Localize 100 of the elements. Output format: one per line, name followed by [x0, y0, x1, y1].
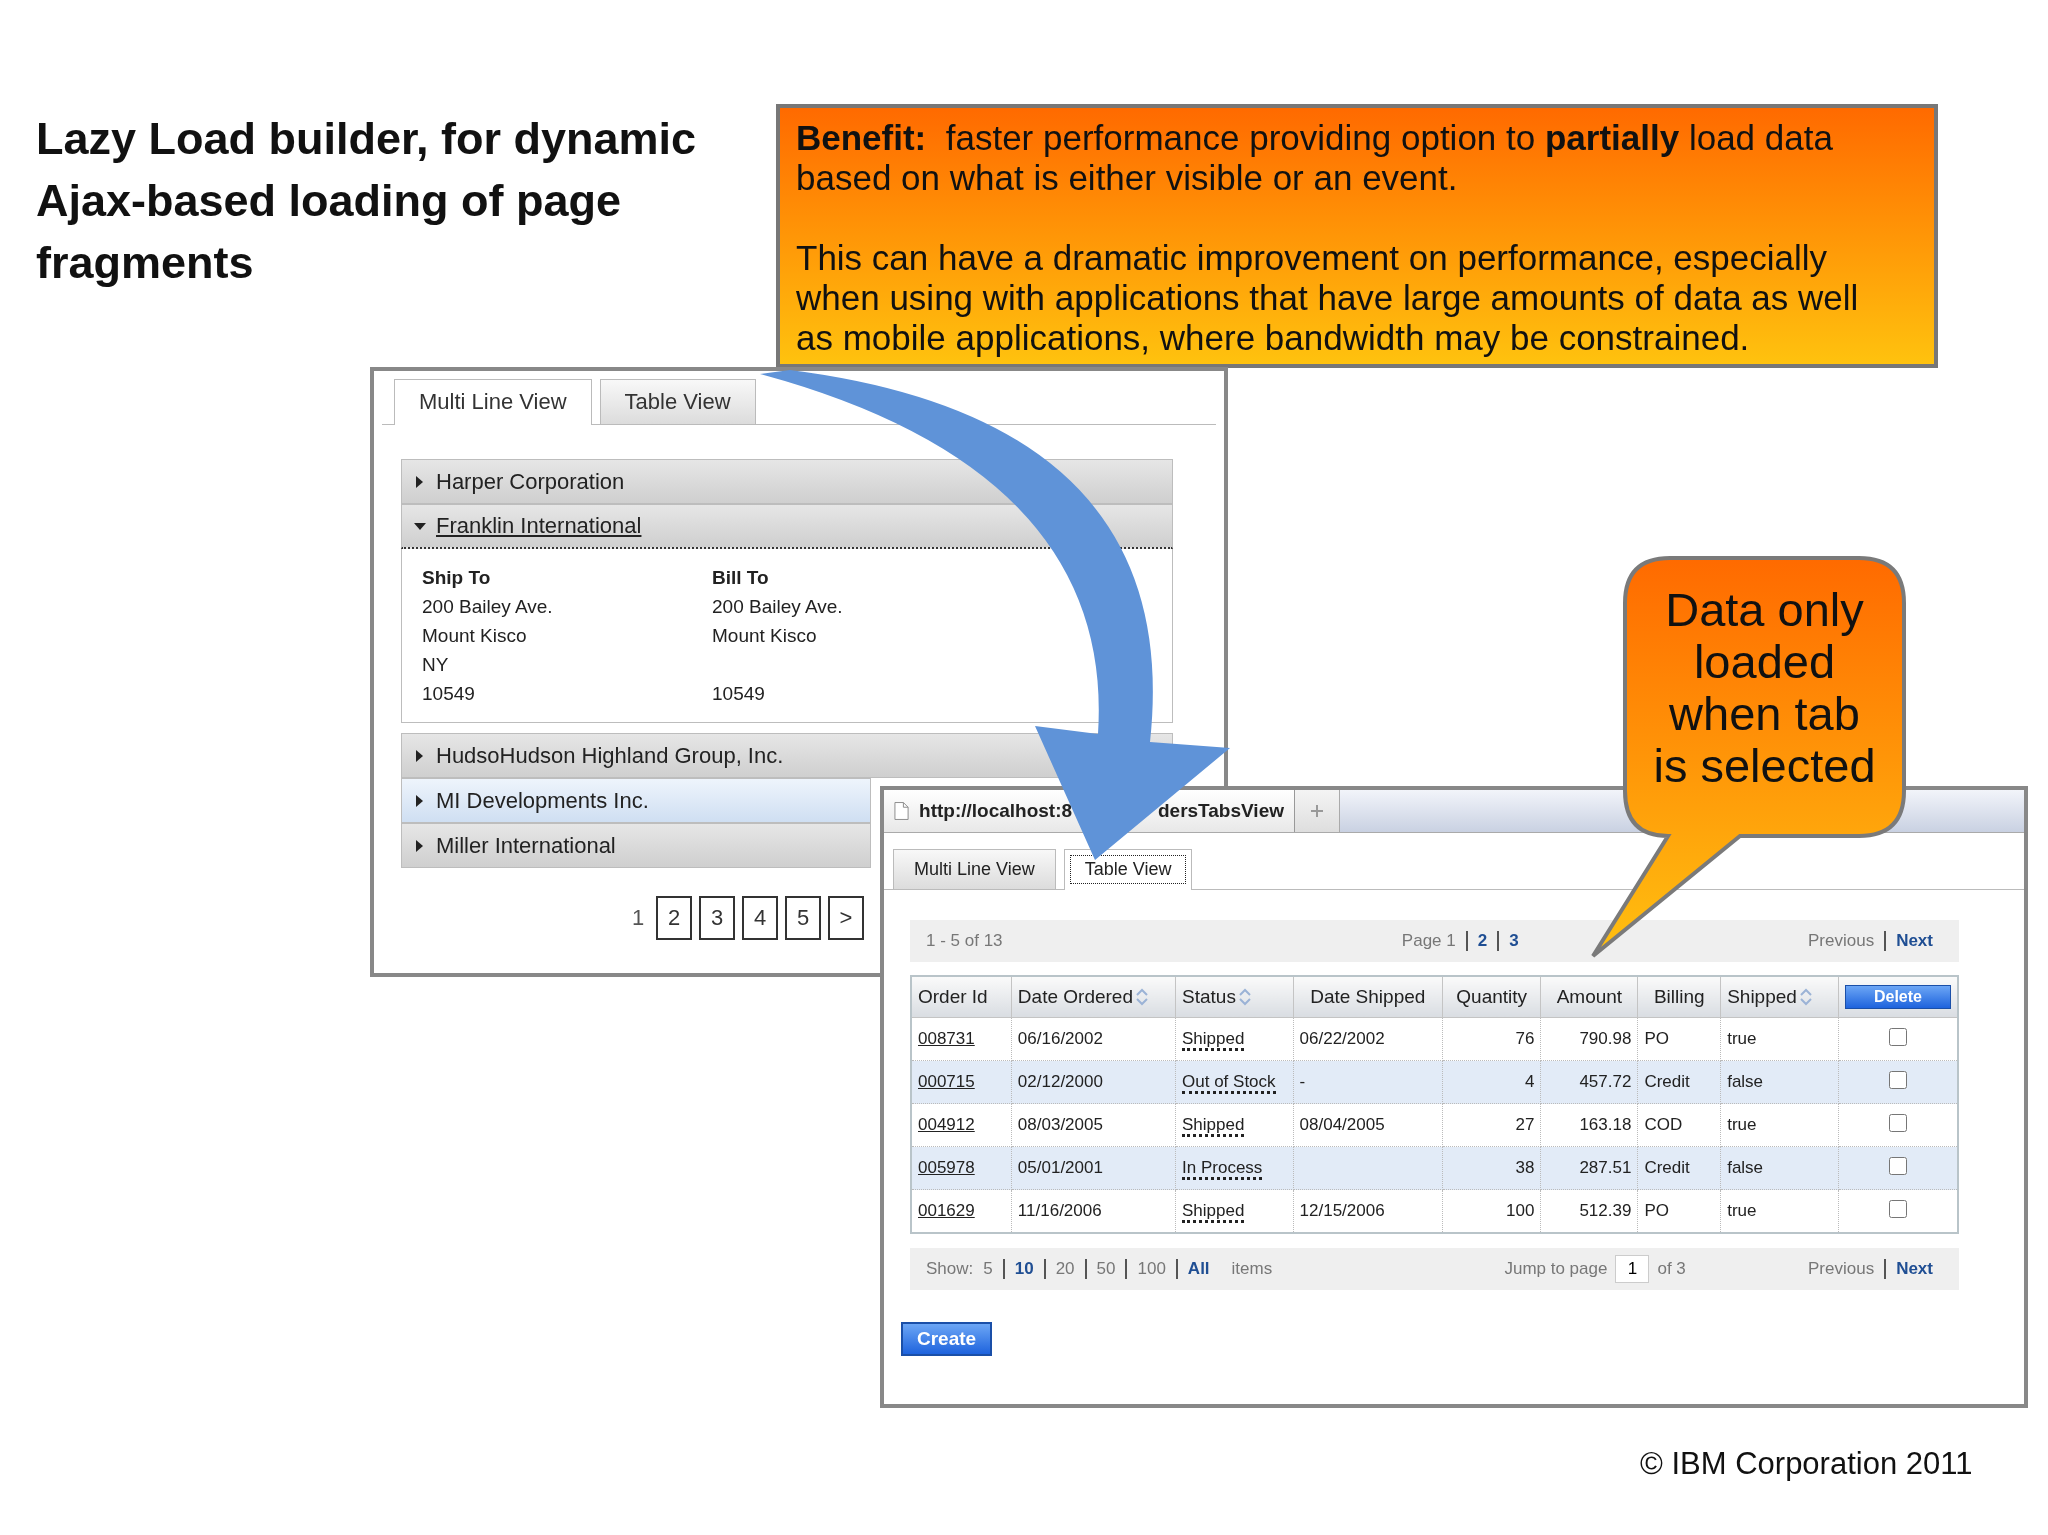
table-cell: COD — [1637, 1103, 1721, 1147]
table-cell: false — [1720, 1146, 1839, 1190]
table-cell: 287.51 — [1540, 1146, 1638, 1190]
page-link[interactable]: 3 — [1497, 931, 1529, 951]
delete-button[interactable]: Delete — [1844, 985, 1951, 1009]
page-size-link[interactable]: All — [1177, 1259, 1220, 1279]
table-cell[interactable]: 004912 — [911, 1103, 1012, 1147]
order-link[interactable]: 005978 — [918, 1158, 975, 1177]
row-checkbox[interactable] — [1889, 1027, 1907, 1046]
accordion-header[interactable]: Franklin International — [401, 504, 1173, 549]
url-text: dersTabsView — [1157, 800, 1284, 822]
table-cell: 05/01/2001 — [1011, 1146, 1176, 1190]
page-link[interactable]: 3 — [699, 896, 735, 940]
items-label: items — [1231, 1259, 1273, 1279]
page-link[interactable]: Page 1 — [1391, 931, 1466, 951]
status-text[interactable]: Shipped — [1182, 1115, 1245, 1137]
address-heading: Ship To — [422, 566, 492, 589]
show-label: Show: — [926, 1259, 974, 1279]
page-icon — [894, 801, 910, 821]
company-name[interactable]: Harper Corporation — [436, 468, 625, 495]
table-cell: Credit — [1637, 1146, 1721, 1190]
create-button[interactable]: Create — [901, 1322, 993, 1356]
page-size-link[interactable]: 5 — [973, 1259, 1005, 1279]
table-cell: 76 — [1442, 1017, 1541, 1061]
view-tab[interactable]: Multi Line View — [394, 379, 592, 425]
page-number-field[interactable]: 1 — [1615, 1255, 1650, 1283]
column-header[interactable]: Status — [1175, 976, 1294, 1018]
page-link[interactable]: 2 — [1465, 931, 1498, 951]
table-cell: 4 — [1442, 1060, 1541, 1104]
page-size-link[interactable]: 50 — [1086, 1259, 1128, 1279]
page-link[interactable]: 4 — [742, 896, 778, 940]
table-cell: 27 — [1442, 1103, 1541, 1147]
range-text: 1 - 5 of 13 — [926, 931, 1003, 951]
table-cell[interactable]: 005978 — [911, 1146, 1012, 1190]
page-link[interactable]: > — [828, 896, 864, 940]
pager-link[interactable]: Next — [1884, 931, 1943, 951]
status-text[interactable]: Out of Stock — [1182, 1072, 1276, 1094]
status-text[interactable]: Shipped — [1182, 1029, 1245, 1051]
table-cell: 08/04/2005 — [1293, 1103, 1443, 1147]
address-line: 200 Bailey Ave. — [712, 595, 843, 617]
address-line: Mount Kisco — [712, 624, 817, 646]
column-header[interactable]: Date Shipped — [1293, 976, 1443, 1018]
table-cell: 02/12/2000 — [1011, 1060, 1176, 1104]
callout-paragraph: This can have a dramatic improvement on performance, especially when using with applications that have large amounts of data as well as mobile applications, where bandwidth may be constrained. — [796, 238, 1860, 358]
row-checkbox[interactable] — [1889, 1199, 1907, 1218]
pager-link[interactable]: Previous — [1798, 931, 1885, 951]
callout-paragraph: Benefit: faster performance providing option to partially load data based on what is either visible or an event. — [796, 118, 1834, 198]
company-name[interactable]: Miller International — [436, 832, 616, 859]
company-name[interactable]: MI Developments Inc. — [436, 787, 649, 814]
table-cell: Credit — [1637, 1060, 1721, 1104]
table-cell[interactable]: 008731 — [911, 1017, 1012, 1061]
order-link[interactable]: 000715 — [918, 1072, 975, 1091]
row-checkbox[interactable] — [1889, 1156, 1907, 1175]
address-line: NY — [422, 653, 449, 675]
sort-icon — [1135, 988, 1149, 1006]
address-line: 10549 — [422, 682, 475, 704]
order-link[interactable]: 001629 — [918, 1201, 975, 1220]
view-tab[interactable]: Table View — [599, 379, 756, 424]
url-text: http://localhost:8 — [919, 800, 1073, 822]
sort-icon — [1798, 988, 1813, 1006]
row-checkbox[interactable] — [1889, 1070, 1907, 1089]
column-header[interactable]: Billing — [1637, 976, 1721, 1018]
page-size-link[interactable]: 20 — [1045, 1259, 1087, 1279]
company-name[interactable]: HudsoHudson Highland Group, Inc. — [436, 742, 784, 769]
company-name[interactable]: Franklin International — [436, 513, 642, 539]
row-checkbox[interactable] — [1889, 1113, 1907, 1132]
table-cell: 457.72 — [1540, 1060, 1638, 1104]
callout-text: is selected — [1653, 740, 1876, 792]
new-tab-button[interactable] — [1295, 790, 1340, 832]
order-link[interactable]: 004912 — [918, 1115, 975, 1134]
address-heading: Bill To — [712, 566, 770, 589]
callout-text: Data only — [1665, 584, 1864, 636]
table-cell[interactable]: 000715 — [911, 1060, 1012, 1104]
address-line: 10549 — [712, 682, 765, 704]
page-link[interactable]: 1 — [627, 896, 649, 940]
column-header[interactable]: Amount — [1540, 976, 1638, 1018]
order-link[interactable]: 008731 — [918, 1029, 975, 1048]
slide-title: Lazy Load builder, for dynamic Ajax-based loading of page fragments — [36, 112, 698, 290]
page-count: of 3 — [1657, 1259, 1686, 1279]
status-text[interactable]: Shipped — [1182, 1201, 1245, 1223]
view-tab[interactable]: Table View — [1063, 849, 1193, 890]
page-size-link[interactable]: 100 — [1127, 1259, 1178, 1279]
view-tab[interactable]: Multi Line View — [893, 849, 1056, 889]
page-link[interactable]: 2 — [656, 896, 692, 940]
page-size-link[interactable]: 10 — [1004, 1259, 1046, 1279]
table-cell: PO — [1637, 1017, 1721, 1061]
pager-link[interactable]: Next — [1884, 1259, 1943, 1279]
column-header[interactable]: Order Id — [911, 976, 1012, 1018]
status-text[interactable]: In Process — [1182, 1158, 1263, 1180]
accordion-header[interactable]: Miller International — [401, 823, 871, 868]
accordion-header[interactable]: MI Developments Inc. — [401, 778, 871, 823]
column-header[interactable]: Date Ordered — [1011, 976, 1176, 1018]
column-header[interactable]: Quantity — [1442, 976, 1541, 1018]
table-cell: true — [1720, 1017, 1839, 1061]
callout-text: loaded — [1693, 636, 1836, 688]
plus-icon — [1310, 804, 1324, 818]
table-cell: 790.98 — [1540, 1017, 1638, 1061]
pager-link[interactable]: Previous — [1798, 1259, 1885, 1279]
page-link[interactable]: 5 — [785, 896, 821, 940]
column-header[interactable]: Shipped — [1720, 976, 1839, 1018]
